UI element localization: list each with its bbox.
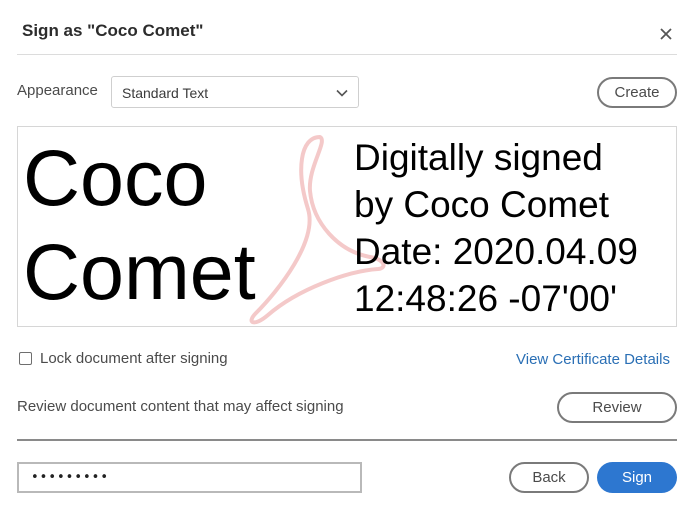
- lock-document-checkbox[interactable]: [19, 352, 32, 365]
- appearance-label: Appearance: [17, 82, 98, 99]
- view-certificate-details-link[interactable]: View Certificate Details: [516, 351, 670, 368]
- back-button[interactable]: Back: [509, 462, 589, 493]
- signature-name: Coco Comet: [23, 131, 256, 319]
- chevron-down-icon: [335, 86, 349, 105]
- appearance-selected-value: Standard Text: [122, 85, 209, 101]
- password-input[interactable]: [17, 462, 362, 493]
- close-icon[interactable]: [656, 24, 676, 44]
- signature-details: Digitally signed by Coco Comet Date: 202…: [354, 134, 638, 322]
- create-button[interactable]: Create: [597, 77, 677, 108]
- review-button[interactable]: Review: [557, 392, 677, 423]
- lock-document-label: Lock document after signing: [40, 350, 228, 367]
- signature-detail-line: Digitally signed: [354, 137, 603, 178]
- signature-preview: Coco Comet Digitally signed by Coco Come…: [17, 126, 677, 327]
- header-divider: [17, 54, 677, 55]
- appearance-dropdown[interactable]: Standard Text: [111, 76, 359, 108]
- sign-button[interactable]: Sign: [597, 462, 677, 493]
- footer-divider: [17, 439, 677, 441]
- signature-name-line: Comet: [23, 227, 256, 316]
- review-document-text: Review document content that may affect …: [17, 398, 344, 415]
- signature-detail-line: 12:48:26 -07'00': [354, 278, 618, 319]
- dialog-title: Sign as "Coco Comet": [22, 21, 204, 40]
- signature-name-line: Coco: [23, 133, 208, 222]
- signature-detail-line: by Coco Comet: [354, 184, 609, 225]
- sign-dialog: Sign as "Coco Comet" Appearance Standard…: [0, 0, 695, 517]
- lock-document-option[interactable]: Lock document after signing: [19, 350, 228, 367]
- signature-detail-line: Date: 2020.04.09: [354, 231, 638, 272]
